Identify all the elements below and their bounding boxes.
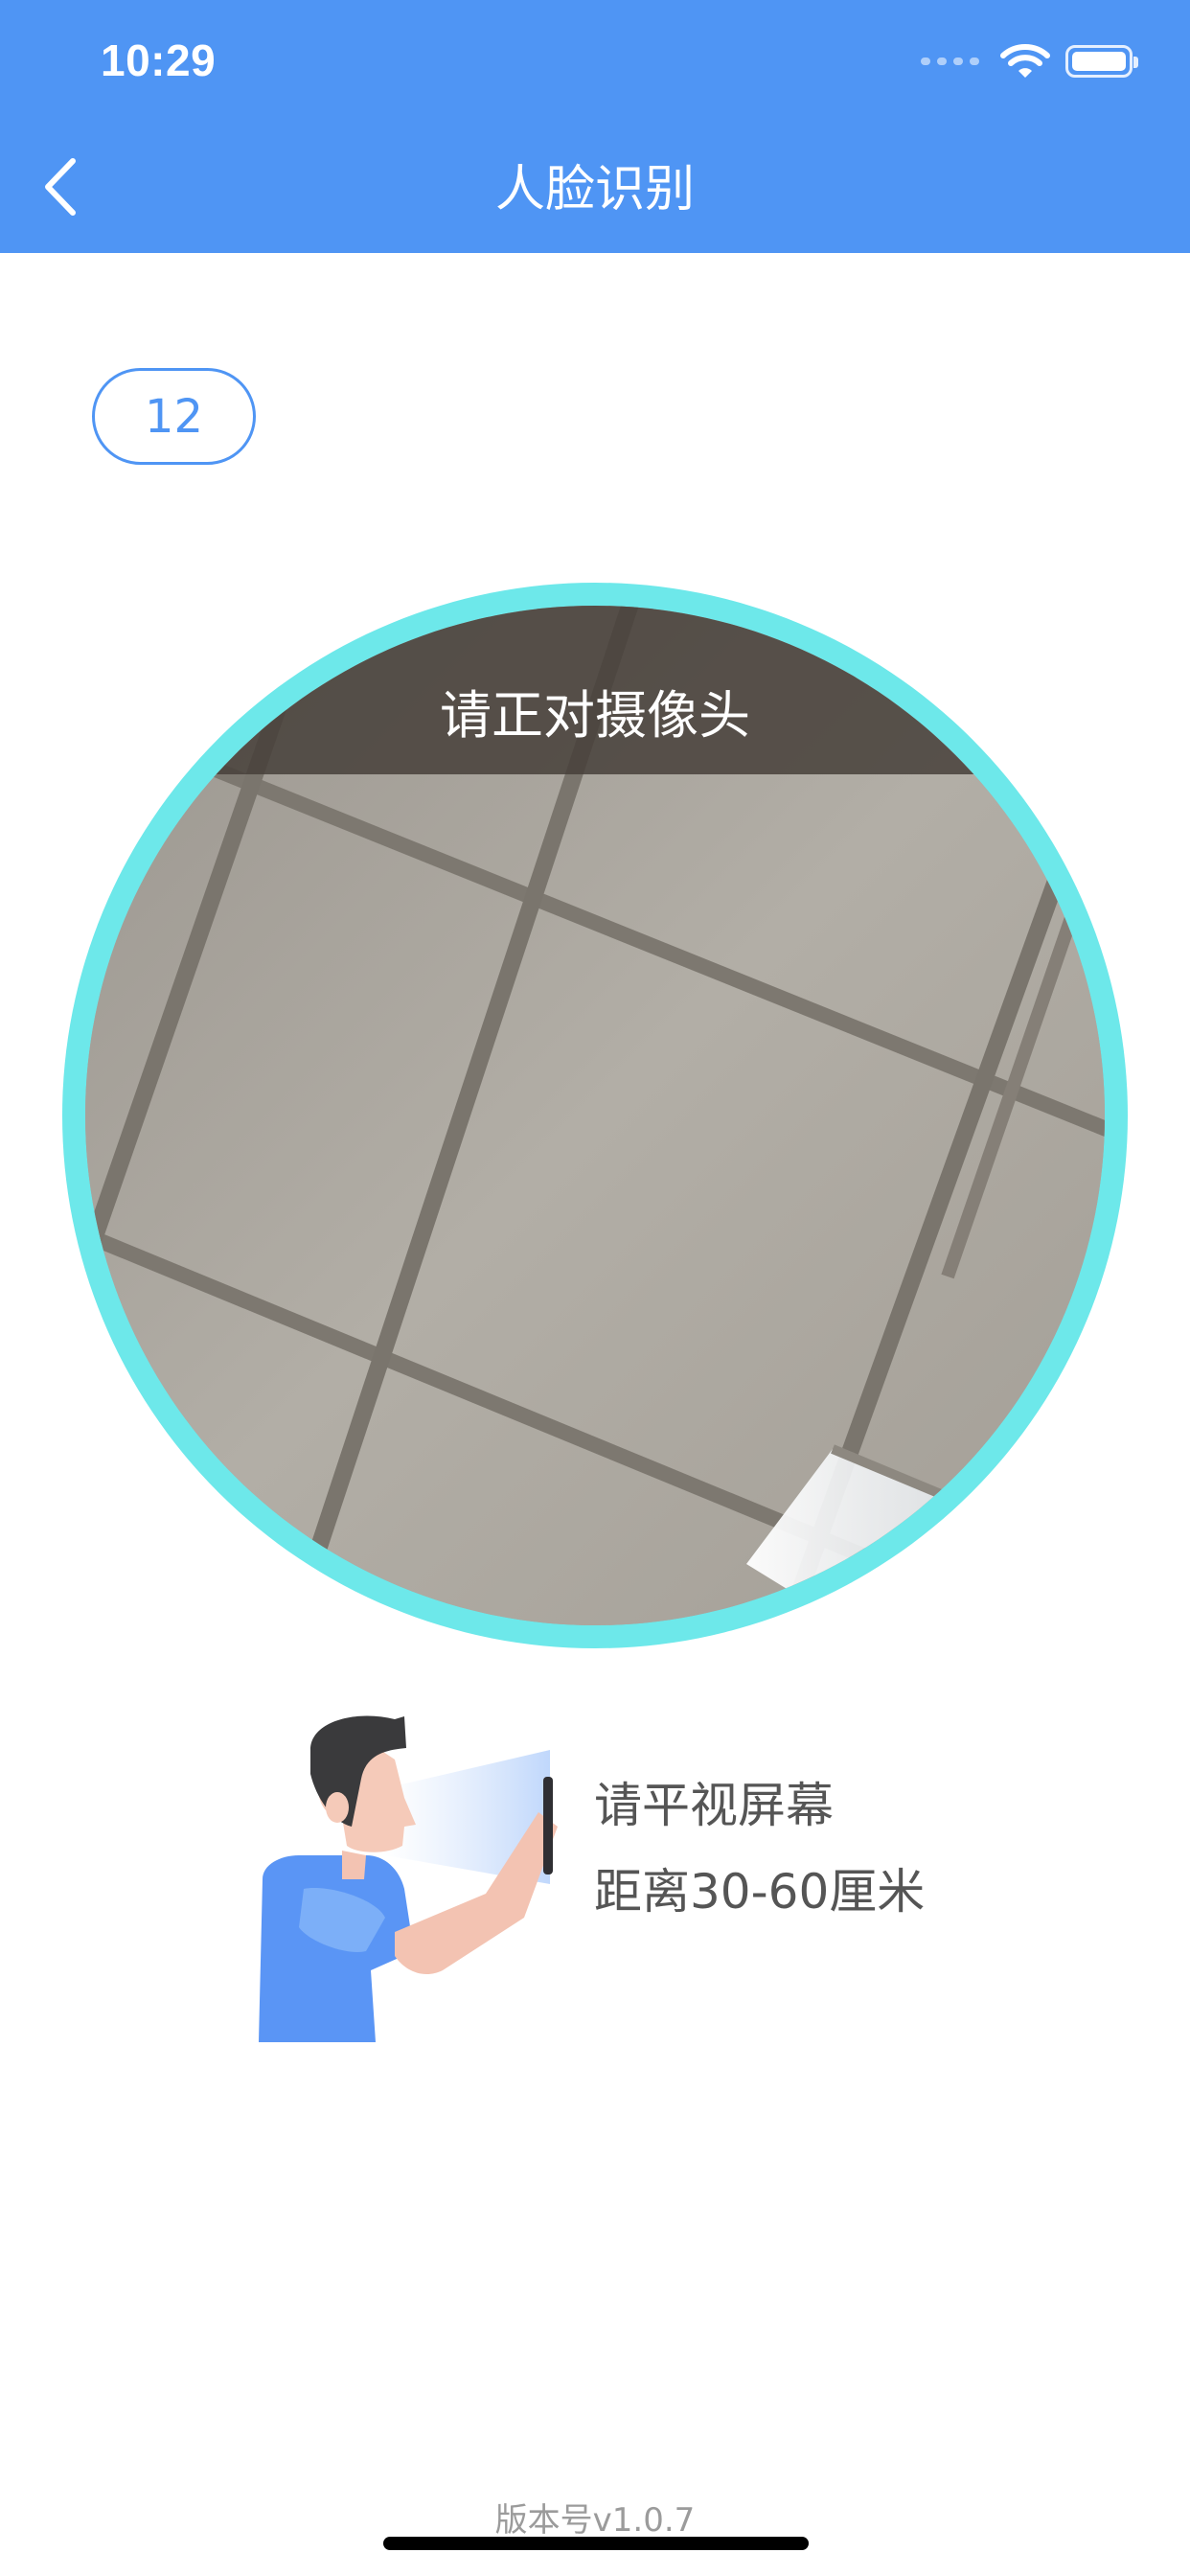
wifi-icon [1000,44,1050,78]
battery-icon [1065,45,1138,78]
status-icons [921,42,1138,80]
page-title: 人脸识别 [494,161,695,218]
camera-preview: 请正对摄像头 [85,606,1105,1625]
person-holding-phone-illustration [259,1715,558,2042]
home-indicator[interactable] [383,2537,809,2550]
nav-header: 10:29 人脸识别 [0,0,1190,253]
camera-frame: 请正对摄像头 [62,583,1128,1648]
countdown-value: 12 [144,389,204,444]
version-label: 版本号v1.0.7 [494,2501,696,2540]
countdown-badge: 12 [92,368,256,465]
status-time: 10:29 [101,35,217,85]
camera-hint-text: 请正对摄像头 [440,685,750,746]
tip-look-at-screen: 请平视屏幕 [594,1778,834,1833]
tip-distance: 距离30-60厘米 [594,1864,926,1920]
signal-icon [921,58,979,65]
